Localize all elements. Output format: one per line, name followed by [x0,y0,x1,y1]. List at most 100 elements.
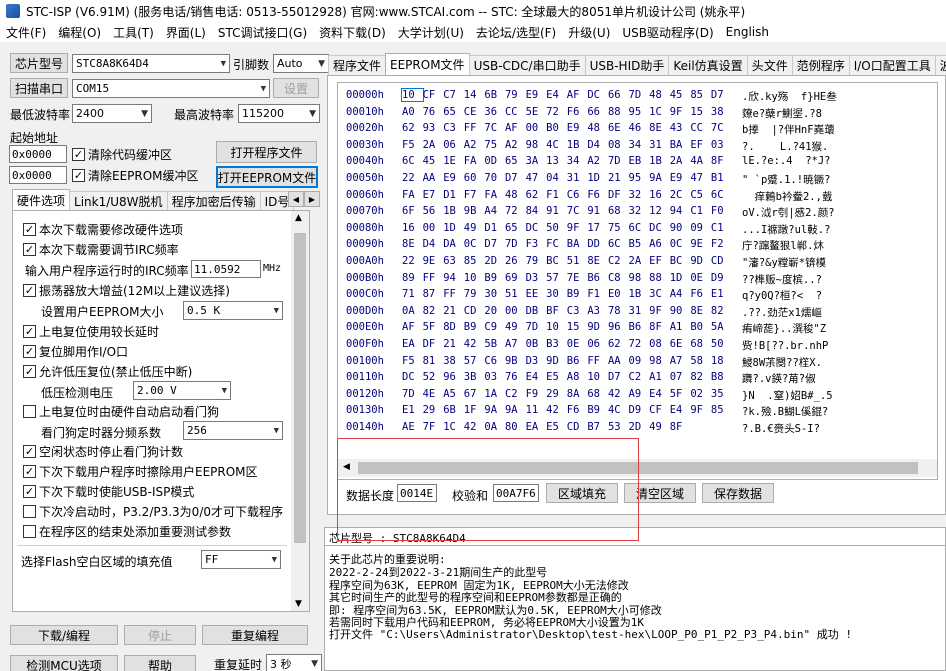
tab-usb-cdc[interactable]: USB-CDC/串口助手 [468,55,586,75]
hex-byte[interactable]: 5B [484,338,505,350]
hex-byte[interactable]: 15 [567,321,588,333]
hex-byte[interactable]: F2 [711,238,732,250]
hex-byte[interactable]: DC [402,371,423,383]
menu-usb-driver[interactable]: USB驱动程序(D) [616,24,719,41]
hex-byte[interactable]: 50 [711,338,732,350]
tab-hardware-options[interactable]: 硬件选项 [12,189,71,211]
hex-byte[interactable]: 9E [690,238,711,250]
hex-byte[interactable]: 7D [608,155,629,167]
hex-byte[interactable]: 3A [526,155,547,167]
hex-byte[interactable]: CF [649,404,670,416]
hex-byte[interactable]: 26 [505,255,526,267]
hex-byte[interactable]: 95 [629,106,650,118]
hex-byte[interactable]: D7 [608,371,629,383]
hex-byte[interactable]: 96 [443,371,464,383]
hex-byte[interactable]: 4C [608,404,629,416]
hex-byte[interactable]: 95 [629,172,650,184]
hex-bytes[interactable]: F5 81 38 57 C6 9B D3 9D B6 FF AA 09 98 A7 58 18 [402,355,742,370]
hex-byte[interactable]: F6 [567,106,588,118]
hex-byte[interactable]: 9D [690,255,711,267]
hex-byte[interactable]: CD [464,305,485,317]
hex-byte[interactable]: 2D [629,421,650,433]
hex-byte[interactable]: 38 [443,355,464,367]
hex-byte[interactable]: 8F [711,155,732,167]
hex-byte[interactable]: 57 [546,272,567,284]
hex-byte[interactable]: 5A [711,321,732,333]
clear-eeprom-checkbox[interactable]: ✓ 清除EEPROM缓冲区 [72,167,199,184]
hex-byte[interactable]: 90 [670,222,691,234]
hex-row[interactable]: 00120h 7D 4E A5 67 1A C2 F9 29 8A 68 42 A9 E4 5F 02 35}N… [346,388,872,403]
hex-byte[interactable]: 0C [670,238,691,250]
hex-byte[interactable]: 90 [670,305,691,317]
hex-byte[interactable]: D3 [526,272,547,284]
hex-byte[interactable]: 3C [649,288,670,300]
hex-byte[interactable]: 94 [670,205,691,217]
hex-byte[interactable]: B0 [690,321,711,333]
hex-byte[interactable]: 8E [587,255,608,267]
repeat-program-button[interactable]: 重复编程 [202,625,308,645]
opt-cold-start-p32-p33[interactable]: 下次冷启动时，P3.2/P3.3为0/0才可下载程序 [23,503,283,520]
hex-byte[interactable]: 53 [608,421,629,433]
hex-byte[interactable]: 63 [443,255,464,267]
hex-byte[interactable]: 9B [464,205,485,217]
hex-byte[interactable]: E1 [402,404,423,416]
hex-byte[interactable]: A9 [629,388,650,400]
menu-program[interactable]: 编程(O) [52,24,107,41]
scroll-down-icon[interactable]: ▼ [295,599,302,609]
hex-bytes[interactable]: AF 5F 8D B9 C9 49 7D 10 15 9D 96 B6 8F A1 B0 5A [402,321,742,336]
tab-link1[interactable]: Link1/U8W脱机 [69,191,168,211]
scroll-left-icon[interactable]: ◀ [343,462,350,472]
hex-byte[interactable]: C2 [629,371,650,383]
hex-byte[interactable]: 94 [443,272,464,284]
hex-byte[interactable]: 57 [464,355,485,367]
hex-byte[interactable]: A2 [505,139,526,151]
hex-byte[interactable]: 02 [690,388,711,400]
lvd-select[interactable]: 2.00 V ▼ [133,381,231,400]
hex-byte[interactable]: DC [587,89,608,101]
hex-byte[interactable]: 6F [402,205,423,217]
hex-byte[interactable]: 21 [443,338,464,350]
hex-byte[interactable]: E9 [567,122,588,134]
hex-byte[interactable]: 16 [649,189,670,201]
hex-byte[interactable]: 4C [546,139,567,151]
tab-keil-debug[interactable]: Keil仿真设置 [668,55,748,75]
pins-select[interactable]: Auto ▼ [273,54,329,73]
hex-byte[interactable]: FC [546,238,567,250]
repeat-delay-select[interactable]: 3 秒 ▼ [266,654,322,671]
hex-byte[interactable]: 49 [505,321,526,333]
hex-byte[interactable]: C7 [443,89,464,101]
hex-byte[interactable]: BA [567,238,588,250]
hex-byte[interactable]: AF [402,321,423,333]
hex-byte[interactable]: 1D [670,272,691,284]
hex-byte[interactable]: 82 [711,305,732,317]
hex-byte[interactable]: 43 [670,122,691,134]
hex-byte[interactable]: B1 [711,172,732,184]
hex-byte[interactable]: B7 [587,421,608,433]
hex-byte[interactable]: 6C [608,238,629,250]
menu-university[interactable]: 大学计划(U) [392,24,470,41]
hex-byte[interactable]: C1 [711,222,732,234]
hex-byte[interactable]: 21 [443,305,464,317]
hex-byte[interactable]: 69 [505,272,526,284]
hex-byte[interactable]: 42 [608,388,629,400]
hex-byte[interactable]: DA [443,238,464,250]
hex-byte[interactable]: 65 [505,155,526,167]
opt-auto-watchdog[interactable]: 上电复位时由硬件自动启动看门狗 [23,403,219,420]
hex-byte[interactable]: F1 [546,189,567,201]
hex-byte[interactable]: A0 [402,106,423,118]
hex-byte[interactable]: CE [464,106,485,118]
hex-byte[interactable]: 42 [546,404,567,416]
hex-byte[interactable]: 48 [505,189,526,201]
detect-mcu-button[interactable]: 检测MCU选项 [10,655,118,671]
hex-byte[interactable]: 45 [670,89,691,101]
hex-byte[interactable]: 47 [526,172,547,184]
hex-byte[interactable]: 85 [711,404,732,416]
hex-byte[interactable]: 12 [649,205,670,217]
hex-byte[interactable]: FA [402,189,423,201]
opt-modify-hardware[interactable]: ✓ 本次下载需要修改硬件选项 [23,221,183,238]
hex-row[interactable]: 00000h 10 CF C7 14 6B 79 E9 E4 AF DC 66 7D 48 45 85 D7 .欣… [346,88,872,104]
hex-byte[interactable]: DB [526,305,547,317]
hex-byte[interactable]: 38 [711,106,732,118]
hex-byte[interactable]: 1B [629,288,650,300]
hex-bytes[interactable]: 6C 45 1E FA 0D 65 3A 13 34 A2 7D EB 1B 2A 4A 8F [402,155,742,170]
